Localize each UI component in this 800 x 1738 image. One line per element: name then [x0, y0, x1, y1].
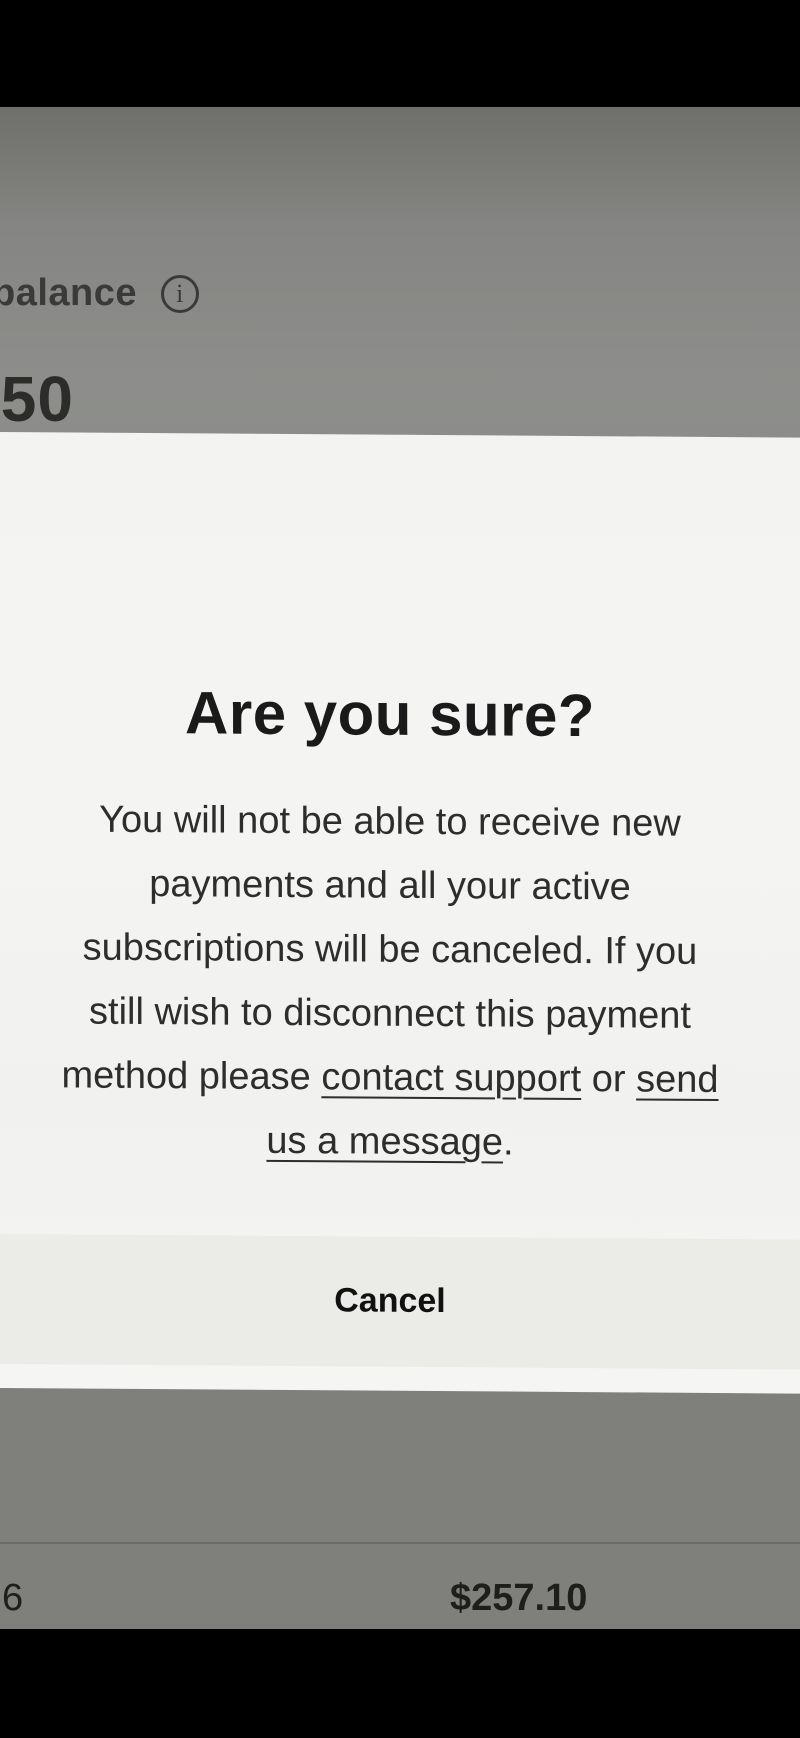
balance-label: balance — [0, 272, 138, 314]
message-text: or — [591, 1058, 626, 1101]
dialog-message-line: You will not be able to receive new — [99, 798, 681, 845]
dialog-title: Are you sure? — [185, 679, 595, 750]
dialog-message-line: method please contact support or send — [0, 1043, 780, 1112]
list-divider — [0, 1542, 800, 1544]
send-message-link[interactable]: us a message — [266, 1120, 503, 1164]
dialog-message-line: payments and all your active — [149, 863, 631, 909]
message-text: method please — [61, 1054, 311, 1099]
balance-amount: .50 — [0, 363, 74, 435]
balance-header: balance i — [0, 272, 200, 315]
row-amount: $257.10 — [450, 1577, 588, 1619]
row-label: 6 — [2, 1577, 24, 1619]
dialog-footer: Cancel — [0, 1234, 800, 1370]
confirm-dialog: Are you sure? You will not be able to re… — [0, 432, 800, 1394]
dialog-message: You will not be able to receive new paym… — [0, 787, 780, 1176]
bottom-bezel — [0, 1629, 800, 1738]
app-background: balance i .50 Are you sure? You will not… — [0, 107, 800, 1629]
dialog-message-line: still wish to disconnect this payment — [89, 990, 691, 1037]
list-item: 6 $257.10 — [0, 1577, 800, 1629]
contact-support-link[interactable]: contact support — [321, 1056, 581, 1100]
cancel-button[interactable]: Cancel — [0, 1234, 780, 1369]
dialog-message-line: subscriptions will be canceled. If you — [82, 926, 698, 973]
send-message-link[interactable]: send — [636, 1058, 718, 1101]
info-icon[interactable]: i — [161, 274, 200, 313]
message-period: . — [503, 1121, 514, 1164]
dialog-message-line: us a message. — [0, 1107, 780, 1176]
